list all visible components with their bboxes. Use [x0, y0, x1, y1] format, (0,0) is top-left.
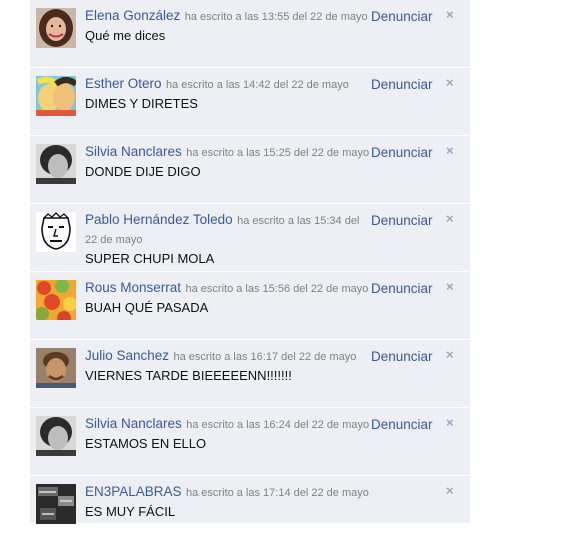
- avatar-pattern-icon: [36, 280, 76, 320]
- avatar[interactable]: [36, 144, 76, 184]
- comment-item: Julio Sanchez ha escrito a las 16:17 del…: [30, 340, 470, 408]
- comment-body: Pablo Hernández Toledo ha escrito a las …: [85, 211, 370, 267]
- comment-body: Silvia Nanclares ha escrito a las 15:25 …: [85, 143, 370, 180]
- comment-text: DONDE DIJE DIGO: [85, 164, 201, 179]
- avatar-photo-icon: [36, 8, 76, 48]
- avatar[interactable]: [36, 348, 76, 388]
- comment-item: Esther Otero ha escrito a las 14:42 del …: [30, 68, 470, 136]
- comment-item: Elena González ha escrito a las 13:55 de…: [30, 0, 470, 68]
- avatar-photo-icon: [36, 144, 76, 184]
- report-link[interactable]: Denunciar: [371, 145, 433, 160]
- report-link[interactable]: Denunciar: [371, 417, 433, 432]
- close-icon[interactable]: ×: [446, 483, 454, 498]
- comment-item: Silvia Nanclares ha escrito a las 15:25 …: [30, 136, 470, 204]
- comment-body: Elena González ha escrito a las 13:55 de…: [85, 7, 370, 44]
- report-link[interactable]: Denunciar: [371, 77, 433, 92]
- author-link[interactable]: Esther Otero: [85, 76, 162, 91]
- close-icon[interactable]: ×: [446, 143, 454, 158]
- author-link[interactable]: Silvia Nanclares: [85, 416, 182, 431]
- author-link[interactable]: EN3PALABRAS: [85, 484, 182, 499]
- avatar[interactable]: [36, 484, 76, 524]
- timestamp: ha escrito a las 15:25 del 22 de mayo: [186, 147, 370, 159]
- timestamp: ha escrito a las 15:56 del 22 de mayo: [185, 283, 369, 295]
- comment-text: SUPER CHUPI MOLA: [85, 251, 215, 266]
- close-icon[interactable]: ×: [446, 279, 454, 294]
- avatar[interactable]: [36, 8, 76, 48]
- timestamp: ha escrito a las 16:24 del 22 de mayo: [186, 419, 370, 431]
- timestamp: ha escrito a las 14:42 del 22 de mayo: [165, 79, 349, 91]
- comment-item: EN3PALABRAS ha escrito a las 17:14 del 2…: [30, 476, 470, 524]
- author-link[interactable]: Elena González: [85, 8, 180, 23]
- comment-body: EN3PALABRAS ha escrito a las 17:14 del 2…: [85, 483, 370, 520]
- timestamp: ha escrito a las 16:17 del 22 de mayo: [173, 351, 357, 363]
- timestamp: ha escrito a las 13:55 del 22 de mayo: [184, 11, 368, 23]
- timestamp: ha escrito a las 17:14 del 22 de mayo: [186, 487, 369, 499]
- comment-body: Julio Sanchez ha escrito a las 16:17 del…: [85, 347, 370, 384]
- avatar-photo-icon: [36, 416, 76, 456]
- report-link[interactable]: Denunciar: [371, 213, 433, 228]
- author-link[interactable]: Pablo Hernández Toledo: [85, 212, 233, 227]
- close-icon[interactable]: ×: [446, 7, 454, 22]
- comment-text: DIMES Y DIRETES: [85, 96, 198, 111]
- author-link[interactable]: Silvia Nanclares: [85, 144, 182, 159]
- comment-text: Qué me dices: [85, 28, 166, 43]
- comment-item: Silvia Nanclares ha escrito a las 16:24 …: [30, 408, 470, 476]
- report-link[interactable]: Denunciar: [371, 349, 433, 364]
- close-icon[interactable]: ×: [446, 415, 454, 430]
- avatar-illustration-icon: [36, 76, 76, 116]
- avatar[interactable]: [36, 76, 76, 116]
- comment-list: Elena González ha escrito a las 13:55 de…: [30, 0, 470, 524]
- avatar-collage-icon: [36, 484, 76, 524]
- avatar[interactable]: [36, 212, 76, 252]
- comment-item: Rous Monserrat ha escrito a las 15:56 de…: [30, 272, 470, 340]
- comment-body: Esther Otero ha escrito a las 14:42 del …: [85, 75, 370, 112]
- close-icon[interactable]: ×: [446, 75, 454, 90]
- avatar-photo-icon: [36, 348, 76, 388]
- close-icon[interactable]: ×: [446, 347, 454, 362]
- author-link[interactable]: Rous Monserrat: [85, 280, 181, 295]
- avatar[interactable]: [36, 416, 76, 456]
- comment-text: ESTAMOS EN ELLO: [85, 436, 207, 451]
- report-link[interactable]: Denunciar: [371, 9, 433, 24]
- comment-text: ES MUY FÁCIL: [85, 504, 176, 519]
- comment-item: Pablo Hernández Toledo ha escrito a las …: [30, 204, 470, 272]
- comment-text: VIERNES TARDE BIEEEEENN!!!!!!!: [85, 368, 292, 383]
- comment-text: BUAH QUÉ PASADA: [85, 300, 209, 315]
- avatar-drawing-icon: [36, 212, 76, 252]
- report-link[interactable]: Denunciar: [371, 281, 433, 296]
- comment-body: Rous Monserrat ha escrito a las 15:56 de…: [85, 279, 370, 316]
- author-link[interactable]: Julio Sanchez: [85, 348, 169, 363]
- comment-body: Silvia Nanclares ha escrito a las 16:24 …: [85, 415, 370, 452]
- avatar[interactable]: [36, 280, 76, 320]
- close-icon[interactable]: ×: [446, 211, 454, 226]
